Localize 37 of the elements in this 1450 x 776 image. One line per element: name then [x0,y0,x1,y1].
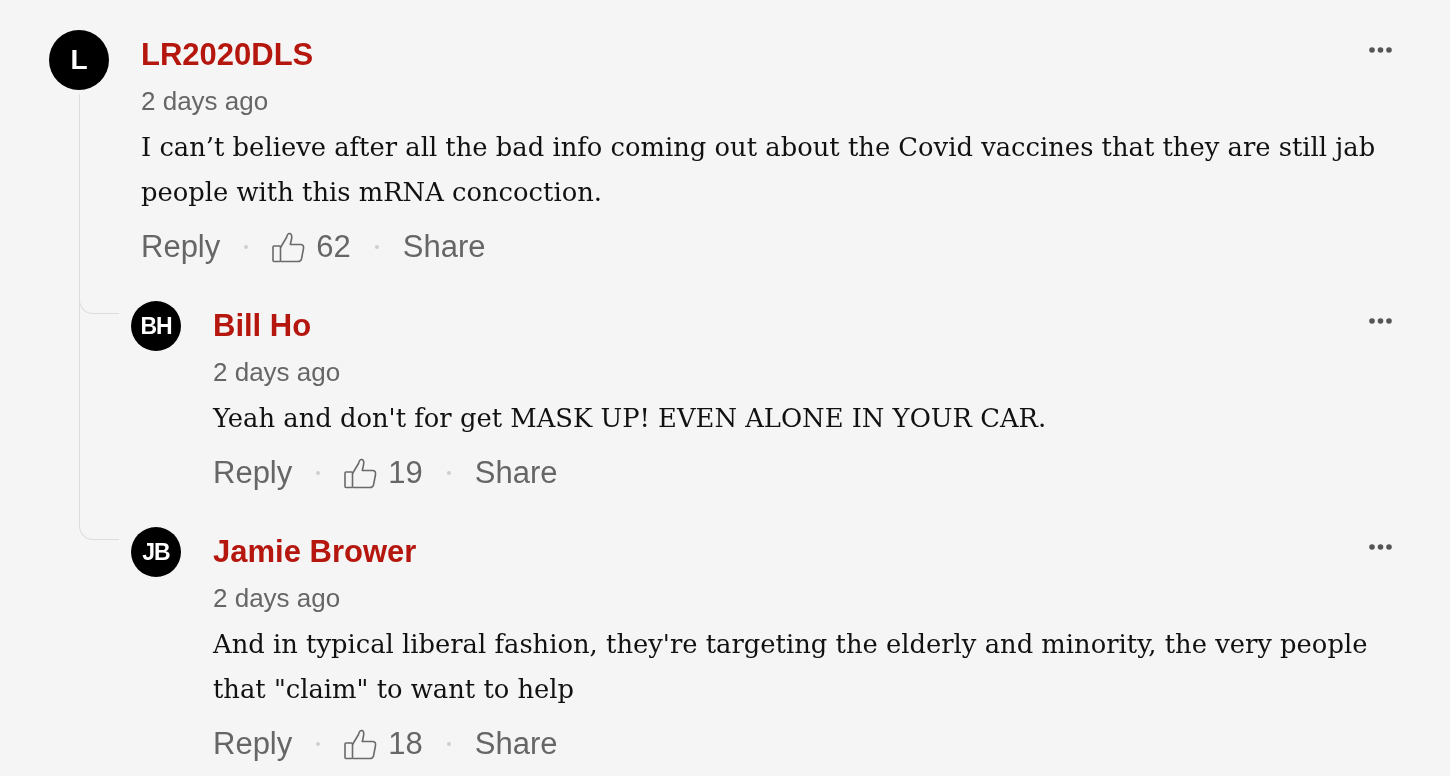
more-options-button[interactable] [1367,316,1394,326]
thread-connector [79,493,119,540]
comment-time: 2 days ago [141,85,270,117]
more-options-icon [1369,318,1392,324]
author-name-link[interactable]: Jamie Brower [213,534,417,570]
comment-text: I can’t believe after all the bad info coming out about the Covid vaccines that they are still jab people with this mRNA concoction. [141,131,1377,209]
separator-dot-icon [316,471,321,475]
like-button[interactable]: 62 [272,227,351,267]
thumbs-up-icon [272,231,306,263]
thumbs-up-icon [344,728,378,760]
more-options-button[interactable] [1367,45,1394,55]
user-avatar: JB [131,527,181,577]
reply-button[interactable]: Reply [213,453,293,493]
more-options-icon [1369,47,1392,53]
reply-button[interactable]: Reply [141,227,221,267]
more-options-icon [1369,544,1392,550]
more-options-button[interactable] [1367,542,1394,552]
share-button[interactable]: Share [402,227,486,267]
separator-dot-icon [244,245,249,249]
thumbs-up-icon [344,457,378,489]
reply-button[interactable]: Reply [213,724,293,764]
like-button[interactable]: 19 [344,453,423,493]
comment-time: 2 days ago [213,356,342,388]
author-name-link[interactable]: Bill Ho [213,308,312,344]
comment-text: And in typical liberal fashion, they're targeting the elderly and minority, the very people that "claim" to want to help [213,628,1369,706]
like-button[interactable]: 18 [344,724,423,764]
separator-dot-icon [316,742,321,746]
author-name-link[interactable]: LR2020DLS [141,37,314,73]
user-avatar: BH [131,301,181,351]
separator-dot-icon [446,471,451,475]
separator-dot-icon [446,742,451,746]
share-button[interactable]: Share [474,453,558,493]
comment-time: 2 days ago [213,582,342,614]
user-avatar: L [49,30,109,90]
share-button[interactable]: Share [474,724,558,764]
comment-text: Yeah and don't for get MASK UP! EVEN ALONE IN YOUR CAR. [213,402,1048,435]
separator-dot-icon [374,245,379,249]
